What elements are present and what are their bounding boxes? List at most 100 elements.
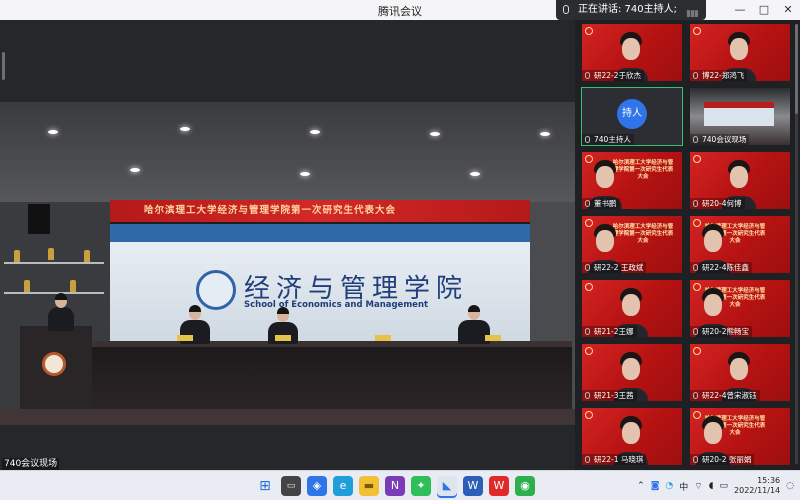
trophy <box>24 280 30 292</box>
participant-face <box>704 230 722 252</box>
school-seal-icon <box>693 27 701 35</box>
chrome-icon[interactable]: ◉ <box>515 476 535 496</box>
chevron-up-icon[interactable]: ⌃ <box>637 481 645 491</box>
participant-name: 研22-4陈佳鑫 <box>690 262 753 273</box>
network-icon[interactable]: ⌔ <box>694 481 702 492</box>
participant-tile[interactable]: 740会议现场 <box>690 88 790 145</box>
ceiling-lamp <box>180 127 190 131</box>
participant-tile[interactable]: 研21-3王茜 <box>582 344 682 401</box>
ceiling-lamp <box>310 130 320 134</box>
school-seal-icon <box>693 219 701 227</box>
attendee-hair <box>468 305 480 312</box>
tray-app-icon[interactable]: ◔ <box>665 481 673 491</box>
school-seal-icon <box>585 219 593 227</box>
chat-app-icon[interactable]: ✦ <box>411 476 431 496</box>
speaker-person <box>48 307 74 331</box>
participant-tile[interactable]: 哈尔滨理工大学经济与管理学院第一次研究生代表大会 研22-2 王政斌 <box>582 216 682 273</box>
word-icon[interactable]: W <box>463 476 483 496</box>
volume-icon[interactable]: ◖ <box>709 481 714 491</box>
participant-name: 研21-2王娜 <box>582 326 637 337</box>
main-stage[interactable]: 哈尔滨理工大学经济与管理学院第一次研究生代表大会 经济与管理学院 School … <box>0 20 575 470</box>
participant-tile[interactable]: 研22-2于欣杰 <box>582 24 682 81</box>
windows-start-icon[interactable]: ⊞ <box>255 476 275 496</box>
wps-icon[interactable]: W <box>489 476 509 496</box>
main-video[interactable]: 哈尔滨理工大学经济与管理学院第一次研究生代表大会 经济与管理学院 School … <box>0 102 575 425</box>
participant-name: 研22-2 王政斌 <box>582 262 647 273</box>
tray-app-icon[interactable]: ◙ <box>651 481 660 491</box>
battery-icon[interactable]: ▭ <box>720 481 729 491</box>
school-seal-icon <box>693 411 701 419</box>
notification-icon[interactable]: ◌ <box>786 481 794 491</box>
ime-indicator[interactable]: 中 <box>679 480 688 493</box>
participant-face <box>622 358 640 380</box>
participant-face <box>730 166 748 188</box>
participant-face <box>704 422 722 444</box>
task-view-icon[interactable]: ▭ <box>281 476 301 496</box>
ceiling-lamp <box>48 130 58 134</box>
window-controls: — □ ✕ <box>728 0 800 20</box>
shelf <box>4 262 104 264</box>
file-explorer-icon[interactable]: ▬ <box>359 476 379 496</box>
participant-name: 研22-4曾宋淑钰 <box>690 390 760 401</box>
trophy <box>48 248 54 260</box>
podium-logo <box>42 352 66 376</box>
security-shield-icon[interactable]: ◈ <box>307 476 327 496</box>
onenote-icon[interactable]: N <box>385 476 405 496</box>
school-seal-icon <box>585 411 593 419</box>
school-seal-icon <box>585 155 593 163</box>
tencent-meeting-icon[interactable]: ◣ <box>437 476 457 496</box>
participant-name: 研20-2熊畅宝 <box>690 326 753 337</box>
ceiling-lamp <box>300 172 310 176</box>
ceiling-lamp <box>130 168 140 172</box>
school-logo <box>196 270 236 310</box>
floor <box>0 409 575 425</box>
participant-tile[interactable]: 研21-2王娜 <box>582 280 682 337</box>
blue-band <box>110 224 530 242</box>
windows-taskbar: ⊞ ▭ ◈ e ▬ N ✦ ◣ W W ◉ ⌃ ◙ ◔ 中 ⌔ ◖ ▭ 15:3… <box>0 470 800 500</box>
close-button[interactable]: ✕ <box>776 0 800 20</box>
tile-banner-text: 哈尔滨理工大学经济与管理学院第一次研究生代表大会 <box>612 160 674 180</box>
trophy <box>14 250 20 262</box>
participant-name: 研22-2于欣杰 <box>582 70 645 81</box>
school-seal-icon <box>585 347 593 355</box>
participant-face <box>730 38 748 60</box>
participant-face <box>622 294 640 316</box>
participant-face <box>596 166 614 188</box>
participant-tile[interactable]: 研20-4何博 <box>690 152 790 209</box>
minimize-button[interactable]: — <box>728 0 752 20</box>
stage-scroll-handle[interactable] <box>2 52 5 80</box>
participant-face <box>622 38 640 60</box>
participant-face <box>622 422 640 444</box>
avatar: 持人 <box>617 99 647 129</box>
gallery-scrollbar[interactable] <box>795 24 798 464</box>
conference-banner: 哈尔滨理工大学经济与管理学院第一次研究生代表大会 <box>110 200 530 222</box>
participant-tile[interactable]: 哈尔滨理工大学经济与管理学院第一次研究生代表大会 研20-2熊畅宝 <box>690 280 790 337</box>
participant-tile[interactable]: 研22-4曾宋淑钰 <box>690 344 790 401</box>
trophy <box>84 250 90 262</box>
participant-tile[interactable]: 研22-1 马晓琪 <box>582 408 682 465</box>
participant-tile[interactable]: 哈尔滨理工大学经济与管理学院第一次研究生代表大会 研20-2 张丽娟 <box>690 408 790 465</box>
gallery-scroll-thumb[interactable] <box>795 24 798 114</box>
ceiling <box>0 102 575 202</box>
participant-name: 博22-郑鸿飞 <box>690 70 748 81</box>
clock[interactable]: 15:36 2022/11/14 <box>734 476 780 496</box>
participant-name: 研22-1 马晓琪 <box>582 454 647 465</box>
school-seal-icon <box>585 27 593 35</box>
ceiling-lamp <box>470 172 480 176</box>
attendee-hair <box>189 305 201 312</box>
school-seal-icon <box>693 347 701 355</box>
shelf <box>4 292 104 294</box>
participant-tile[interactable]: 哈尔滨理工大学经济与管理学院第一次研究生代表大会 研22-4陈佳鑫 <box>690 216 790 273</box>
school-name-en: School of Economics and Management <box>244 300 429 310</box>
participant-tile[interactable]: 哈尔滨理工大学经济与管理学院第一次研究生代表大会 董书鹏 <box>582 152 682 209</box>
participant-tile[interactable]: 博22-郑鸿飞 <box>690 24 790 81</box>
participant-name: 研21-3王茜 <box>582 390 637 401</box>
edge-browser-icon[interactable]: e <box>333 476 353 496</box>
speaking-indicator: 正在讲话: 740主持人; ▮▮▮ <box>556 0 706 20</box>
participant-tile[interactable]: 持人 740主持人 <box>581 87 683 146</box>
conference-table <box>92 347 572 409</box>
maximize-button[interactable]: □ <box>752 0 776 20</box>
nameplate <box>177 335 193 341</box>
system-tray: ⌃ ◙ ◔ 中 ⌔ ◖ ▭ 15:36 2022/11/14 ◌ <box>637 475 794 497</box>
participant-name: 研20-2 张丽娟 <box>690 454 755 465</box>
